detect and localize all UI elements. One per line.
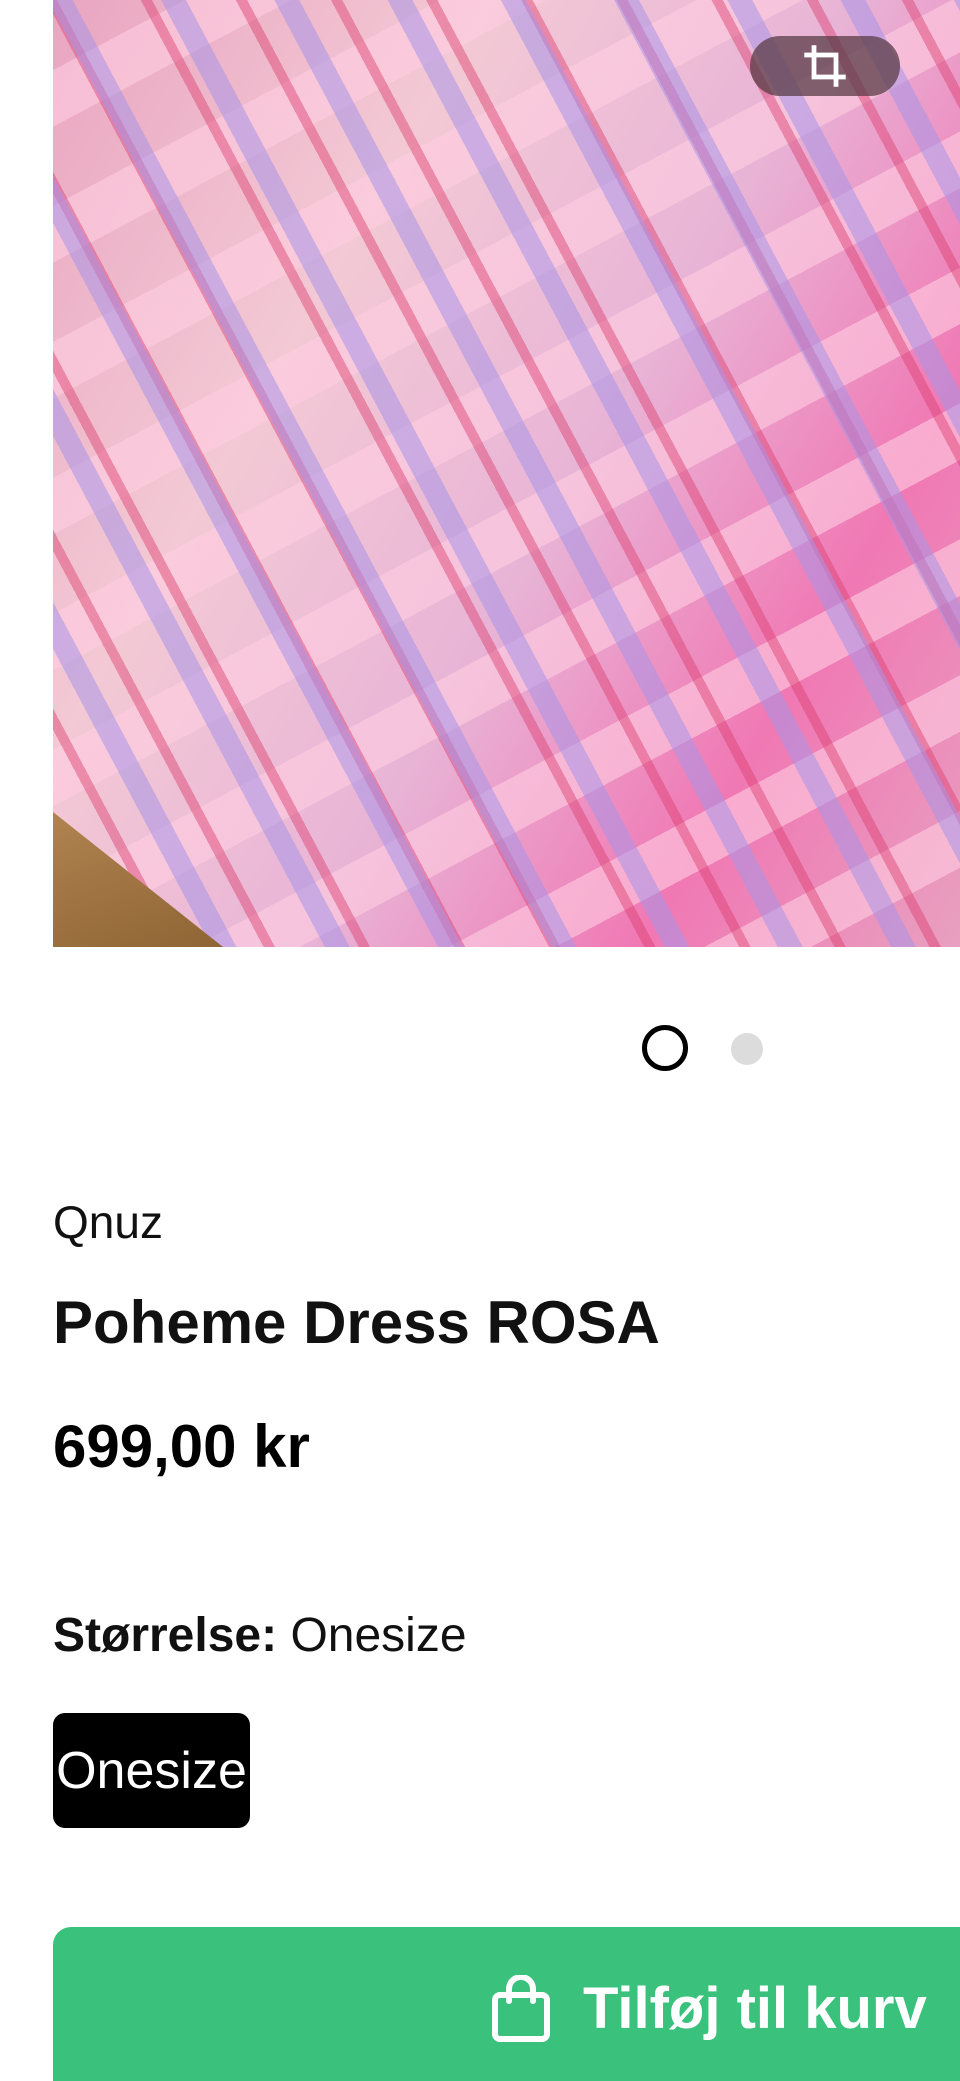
size-option-onesize[interactable]: Onesize [53,1713,250,1828]
product-image[interactable] [53,0,960,947]
size-label: Størrelse: [53,1609,278,1662]
add-to-cart-label: Tilføj til kurv [583,1976,927,2041]
crop-icon [804,45,846,87]
size-selected-value: Onesize [290,1609,467,1662]
gallery-dot-active[interactable] [642,1025,688,1071]
product-title: Poheme Dress ROSA [53,1289,660,1356]
gallery-dot[interactable] [731,1033,763,1065]
add-to-cart-button[interactable]: Tilføj til kurv [53,1927,960,2081]
size-label-row: Størrelse: Onesize [53,1608,467,1663]
size-option-label: Onesize [56,1741,247,1800]
crop-button[interactable] [750,36,900,96]
product-image-background [53,812,223,947]
product-brand[interactable]: Qnuz [53,1195,163,1249]
shopping-bag-icon [492,1975,550,2042]
gallery-pagination [0,1025,960,1077]
product-price: 699,00 kr [53,1413,310,1480]
